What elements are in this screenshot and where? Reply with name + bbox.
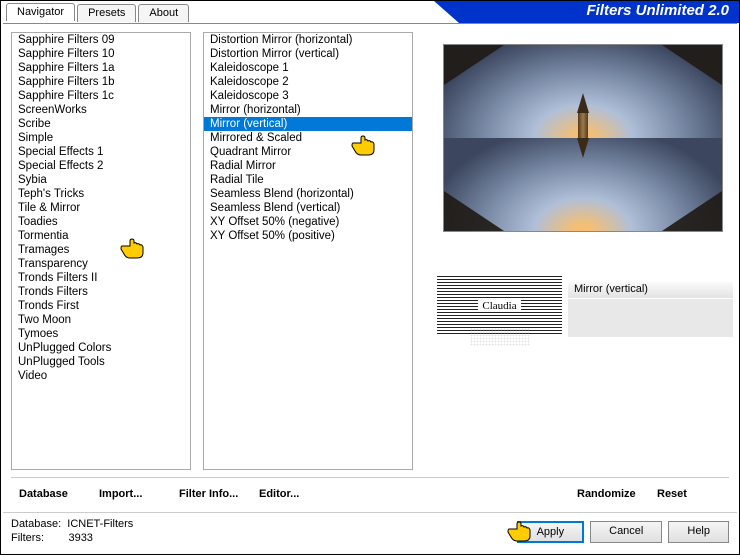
list-item[interactable]: XY Offset 50% (negative): [204, 215, 412, 229]
filter-list[interactable]: Distortion Mirror (horizontal)Distortion…: [203, 32, 413, 470]
randomize-link[interactable]: Randomize: [569, 484, 649, 504]
list-item[interactable]: UnPlugged Colors: [12, 341, 190, 355]
tabs-bar: NavigatorPresetsAbout: [6, 4, 191, 22]
tab-navigator[interactable]: Navigator: [6, 3, 75, 21]
list-item[interactable]: Tile & Mirror: [12, 201, 190, 215]
list-item[interactable]: Tronds First: [12, 299, 190, 313]
list-item[interactable]: Toadies: [12, 215, 190, 229]
list-item[interactable]: Transparency: [12, 257, 190, 271]
list-item[interactable]: Kaleidoscope 3: [204, 89, 412, 103]
list-item[interactable]: Mirrored & Scaled: [204, 131, 412, 145]
list-item[interactable]: Video: [12, 369, 190, 383]
list-item[interactable]: Mirror (vertical): [204, 117, 412, 131]
list-item[interactable]: Two Moon: [12, 313, 190, 327]
list-item[interactable]: Simple: [12, 131, 190, 145]
list-item[interactable]: Sapphire Filters 1b: [12, 75, 190, 89]
list-item[interactable]: Special Effects 1: [12, 145, 190, 159]
list-item[interactable]: Tronds Filters: [12, 285, 190, 299]
list-item[interactable]: Seamless Blend (vertical): [204, 201, 412, 215]
bottom-link-bar: Database Import... Filter Info... Editor…: [11, 484, 729, 504]
filter-params-area: [568, 299, 733, 337]
apply-button[interactable]: Apply: [517, 521, 585, 543]
title-banner: Filters Unlimited 2.0: [459, 1, 739, 23]
category-list[interactable]: Sapphire Filters 09Sapphire Filters 10Sa…: [11, 32, 191, 470]
list-item[interactable]: Sapphire Filters 09: [12, 33, 190, 47]
editor-link[interactable]: Editor...: [251, 484, 331, 504]
list-item[interactable]: Teph's Tricks: [12, 187, 190, 201]
list-item[interactable]: Sapphire Filters 1c: [12, 89, 190, 103]
preview-image: [443, 44, 723, 232]
db-info: Database: ICNET-Filters Filters: 3933: [11, 517, 133, 545]
list-item[interactable]: Kaleidoscope 1: [204, 61, 412, 75]
list-item[interactable]: Sybia: [12, 173, 190, 187]
filter-name-label: Mirror (vertical): [568, 282, 733, 298]
list-item[interactable]: Tormentia: [12, 229, 190, 243]
import-link[interactable]: Import...: [91, 484, 171, 504]
filter-info-link[interactable]: Filter Info...: [171, 484, 251, 504]
help-button[interactable]: Help: [668, 521, 729, 543]
list-item[interactable]: Radial Mirror: [204, 159, 412, 173]
watermark-text: Claudia: [478, 300, 520, 312]
tab-about[interactable]: About: [138, 4, 189, 22]
list-item[interactable]: Sapphire Filters 10: [12, 47, 190, 61]
list-item[interactable]: Mirror (horizontal): [204, 103, 412, 117]
footer-bar: Database: ICNET-Filters Filters: 3933 Ap…: [3, 512, 737, 552]
list-item[interactable]: UnPlugged Tools: [12, 355, 190, 369]
list-item[interactable]: Sapphire Filters 1a: [12, 61, 190, 75]
list-item[interactable]: Seamless Blend (horizontal): [204, 187, 412, 201]
database-link[interactable]: Database: [11, 484, 91, 504]
list-item[interactable]: Tymoes: [12, 327, 190, 341]
list-item[interactable]: Distortion Mirror (vertical): [204, 47, 412, 61]
list-item[interactable]: Radial Tile: [204, 173, 412, 187]
tab-presets[interactable]: Presets: [77, 4, 136, 22]
list-item[interactable]: Distortion Mirror (horizontal): [204, 33, 412, 47]
list-item[interactable]: XY Offset 50% (positive): [204, 229, 412, 243]
divider: [11, 477, 729, 478]
list-item[interactable]: ScreenWorks: [12, 103, 190, 117]
main-area: Sapphire Filters 09Sapphire Filters 10Sa…: [3, 23, 737, 510]
list-item[interactable]: Quadrant Mirror: [204, 145, 412, 159]
watermark-stamp: Claudia: [437, 276, 562, 336]
reset-link[interactable]: Reset: [649, 484, 729, 504]
cancel-button[interactable]: Cancel: [590, 521, 662, 543]
list-item[interactable]: Scribe: [12, 117, 190, 131]
list-item[interactable]: Kaleidoscope 2: [204, 75, 412, 89]
list-item[interactable]: Special Effects 2: [12, 159, 190, 173]
list-item[interactable]: Tramages: [12, 243, 190, 257]
list-item[interactable]: Tronds Filters II: [12, 271, 190, 285]
